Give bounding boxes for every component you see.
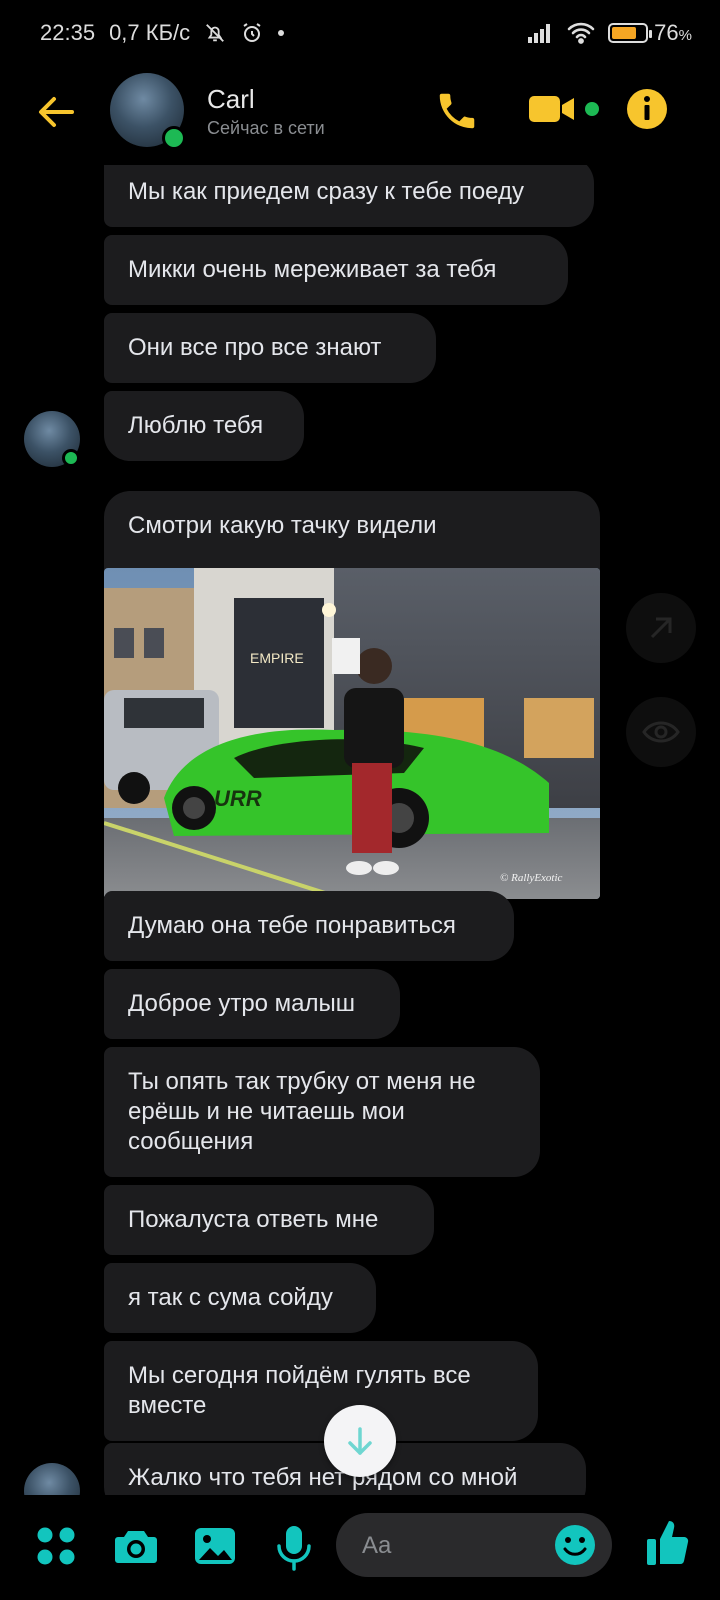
- svg-text:URR: URR: [214, 786, 262, 811]
- microphone-icon[interactable]: [274, 1525, 314, 1571]
- message-bubble[interactable]: Ты опять так трубку от меня не ерёшь и н…: [104, 1047, 540, 1177]
- eye-icon: [642, 721, 680, 743]
- camera-icon[interactable]: [114, 1525, 158, 1567]
- thumbs-up-icon[interactable]: [646, 1519, 690, 1567]
- message-bubble[interactable]: я так с сума сойду: [104, 1263, 376, 1333]
- arrow-down-icon: [348, 1427, 372, 1455]
- chat-header: Carl Сейчас в сети: [0, 70, 720, 165]
- message-bubble[interactable]: Думаю она тебе понравиться: [104, 891, 514, 961]
- battery-percent: 76%: [654, 20, 692, 45]
- phone-icon[interactable]: [434, 88, 480, 134]
- notification-dot: [278, 30, 285, 36]
- message-input-container: [336, 1513, 612, 1579]
- network-speed: 0,7 КБ/с: [109, 20, 191, 45]
- contact-status: Сейчас в сети: [207, 118, 325, 138]
- svg-text:EMPIRE: EMPIRE: [250, 650, 304, 666]
- status-time: 22:35: [40, 20, 96, 45]
- message-bubble[interactable]: Мы сегодня пойдём гулять все вместе: [104, 1341, 538, 1441]
- view-button[interactable]: [626, 697, 696, 767]
- contact-avatar-small[interactable]: [24, 1463, 80, 1495]
- message-bubble[interactable]: Микки очень мереживает за тебя: [104, 235, 568, 305]
- bell-off-icon: [206, 24, 225, 42]
- wifi-icon: [567, 22, 595, 44]
- status-bar: 22:35 0,7 КБ/с 76%: [0, 0, 720, 70]
- signal-icon: [528, 24, 551, 43]
- message-input[interactable]: [360, 1513, 544, 1579]
- photo-credit: © RallyExotic: [500, 872, 563, 884]
- battery-fill: [612, 27, 637, 39]
- composer-bar: [0, 1495, 720, 1600]
- online-indicator: [62, 449, 80, 467]
- apps-grid-icon[interactable]: [36, 1525, 76, 1567]
- emoji-icon[interactable]: [554, 1524, 596, 1566]
- back-arrow-icon[interactable]: [34, 90, 78, 134]
- car-photo[interactable]: EMPIRE URR © RallyExotic: [104, 568, 600, 899]
- message-bubble[interactable]: Мы как приедем сразу к тебе поеду: [104, 165, 594, 227]
- gallery-icon[interactable]: [194, 1525, 236, 1567]
- message-bubble[interactable]: Пожалуста ответь мне: [104, 1185, 434, 1255]
- message-bubble[interactable]: Доброе утро малыш: [104, 969, 400, 1039]
- scroll-to-bottom-button[interactable]: [324, 1405, 396, 1477]
- share-icon: [650, 617, 672, 639]
- message-list[interactable]: Мы как приедем сразу к тебе поеду Микки …: [0, 165, 720, 1495]
- share-button[interactable]: [626, 593, 696, 663]
- video-camera-icon[interactable]: [528, 88, 576, 130]
- contact-name[interactable]: Carl: [207, 84, 255, 115]
- message-bubble[interactable]: Люблю тебя: [104, 391, 304, 461]
- battery-icon: 76%: [608, 20, 692, 46]
- video-active-dot: [585, 102, 599, 116]
- message-bubble[interactable]: Они все про все знают: [104, 313, 436, 383]
- online-indicator: [162, 126, 186, 150]
- info-icon[interactable]: [626, 88, 668, 130]
- alarm-icon: [243, 23, 261, 42]
